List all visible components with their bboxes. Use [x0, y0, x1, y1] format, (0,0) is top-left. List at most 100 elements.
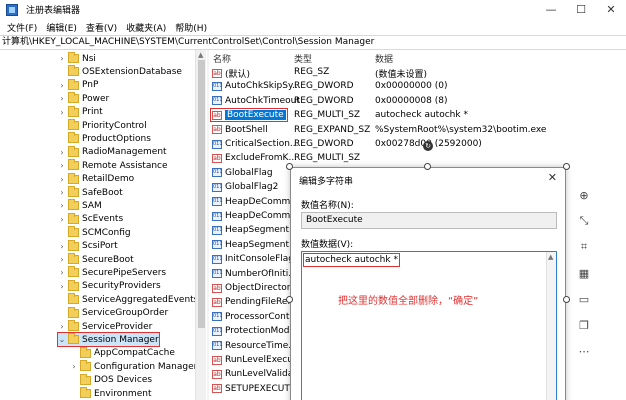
menu-view[interactable]: 查看(V)	[86, 21, 117, 34]
expand-icon[interactable]: ›	[58, 242, 66, 251]
scroll-up-icon[interactable]: ▲	[198, 51, 203, 59]
tree-item[interactable]: SCMConfig	[58, 226, 131, 239]
value-name-cell: 011 AutoChkSkipSy...	[212, 81, 301, 91]
tree-item[interactable]: AppCompatCache	[70, 346, 175, 360]
resize-icon[interactable]: ⤡	[573, 210, 595, 232]
crop-icon[interactable]: ⌗	[573, 236, 595, 258]
tree-scrollbar[interactable]: ▲	[195, 50, 206, 400]
value-name: BootExecute	[225, 110, 286, 121]
expand-icon[interactable]: ›	[58, 188, 66, 197]
tree-item[interactable]: › ScsiPort	[58, 239, 118, 253]
tree-item[interactable]: › ScEvents	[58, 212, 123, 226]
value-name: HeapSegment...	[225, 225, 298, 236]
tree-item[interactable]: › SecurityProviders	[58, 279, 161, 293]
value-name-cell: 011 HeapDeComm...	[212, 211, 299, 221]
rectangle-icon[interactable]: ▭	[573, 288, 595, 310]
tree-item[interactable]: PriorityControl	[58, 119, 147, 132]
tree-item[interactable]: › SecurePipeServers	[58, 266, 166, 279]
folder-icon	[68, 266, 79, 278]
more-icon[interactable]: ⋯	[573, 340, 595, 362]
column-type-header[interactable]: 类型	[294, 52, 312, 65]
value-name: AutoChkSkipSy...	[225, 81, 301, 92]
value-name: (默认)	[225, 70, 251, 80]
tree-item[interactable]: › SafeBoot	[58, 186, 123, 199]
resize-handle-tl[interactable]	[286, 163, 293, 170]
value-row[interactable]: 011 AutoChkTimeout REG_DWORD 0x00000008 (8)	[209, 94, 626, 108]
tree-item[interactable]: Environment	[70, 387, 151, 400]
resize-handle-ml[interactable]	[286, 296, 293, 303]
resize-handle-tr[interactable]	[563, 163, 570, 170]
tree-item[interactable]: › PnP	[58, 78, 98, 92]
copy-icon[interactable]: ❐	[573, 314, 595, 336]
value-row[interactable]: ab BootShell REG_EXPAND_SZ %SystemRoot%\sys…	[209, 123, 626, 137]
binary-value-icon: 011	[212, 96, 223, 106]
value-name: ProcessorCont...	[225, 311, 298, 322]
close-button[interactable]: ✕	[596, 0, 626, 19]
tree-item[interactable]: › Print	[58, 105, 103, 119]
menu-favorites[interactable]: 收藏夹(A)	[126, 21, 166, 34]
column-data-header[interactable]: 数据	[375, 52, 393, 65]
binary-value-icon: 011	[212, 312, 223, 322]
expand-icon[interactable]: ›	[58, 54, 66, 63]
mosaic-icon[interactable]: ▦	[573, 262, 595, 284]
expand-icon[interactable]: ›	[58, 94, 66, 103]
rotate-icon[interactable]: ↻	[423, 141, 433, 151]
value-name: GlobalFlag2	[225, 182, 279, 193]
tree-item-label: ServiceAggregatedEvents	[82, 294, 199, 305]
expand-icon[interactable]: ›	[58, 201, 66, 210]
tree-item[interactable]: › SAM	[58, 199, 102, 212]
folder-icon	[68, 78, 79, 90]
expand-icon[interactable]: ›	[58, 268, 66, 277]
tree-scroll-thumb[interactable]	[198, 60, 205, 328]
expand-icon[interactable]: ›	[58, 161, 66, 170]
tree-item[interactable]: › Remote Assistance	[58, 159, 168, 172]
tree-item[interactable]: › Configuration Manager	[70, 360, 197, 373]
expand-icon[interactable]: ›	[58, 282, 66, 291]
expand-icon[interactable]: ›	[58, 148, 66, 157]
tree-item[interactable]: › RadioManagement	[58, 145, 167, 159]
tree-item[interactable]: › SecureBoot	[58, 253, 134, 266]
tree-item[interactable]: ServiceGroupOrder	[58, 306, 168, 320]
column-name-header[interactable]: 名称	[213, 52, 231, 65]
value-row[interactable]: ab (默认) REG_SZ (数值未设置)	[209, 65, 626, 80]
expand-icon[interactable]: ›	[58, 81, 66, 90]
tree-item[interactable]: › RetailDemo	[58, 172, 134, 186]
tree-item[interactable]: › Power	[58, 92, 109, 105]
zoom-icon[interactable]: ⊕	[573, 184, 595, 206]
value-row[interactable]: 011 CriticalSection... REG_DWORD 0x00278d00…	[209, 137, 626, 151]
tree-item-label: SAM	[82, 200, 102, 211]
minimize-button[interactable]: —	[536, 0, 566, 19]
expand-icon[interactable]: ›	[58, 255, 66, 264]
tree-item-label: RadioManagement	[82, 147, 167, 158]
tree-item[interactable]: ProductOptions	[58, 132, 151, 145]
value-name-cell: 011 ProcessorCont...	[212, 312, 298, 322]
resize-handle-mr[interactable]	[563, 296, 570, 303]
expand-icon[interactable]: ›	[58, 215, 66, 224]
menu-help[interactable]: 帮助(H)	[175, 21, 207, 34]
menu-edit[interactable]: 编辑(E)	[46, 21, 77, 34]
value-name: SETUPEXECUTE	[225, 383, 296, 394]
address-bar[interactable]: 计算机\HKEY_LOCAL_MACHINE\SYSTEM\CurrentCon…	[0, 35, 626, 50]
tree-item[interactable]: › ServiceProvider	[58, 320, 152, 333]
tree-item[interactable]: DOS Devices	[70, 373, 152, 387]
expand-icon[interactable]: ›	[58, 175, 66, 184]
value-data-cell: 0x00000008 (8)	[375, 95, 448, 106]
maximize-button[interactable]: ☐	[566, 0, 596, 19]
string-value-icon: ab	[212, 355, 222, 365]
tree-item[interactable]: ServiceAggregatedEvents	[58, 293, 198, 306]
expand-icon[interactable]: ›	[70, 362, 78, 371]
value-row[interactable]: 011 AutoChkSkipSy... REG_DWORD 0x00000000 (…	[209, 79, 626, 93]
menu-file[interactable]: 文件(F)	[7, 21, 37, 34]
tree-item[interactable]: › Nsi	[58, 52, 96, 65]
value-row[interactable]: ab BootExecute REG_MULTI_SZ autocheck autoc…	[209, 108, 626, 123]
expand-icon[interactable]: ›	[58, 322, 66, 331]
tree-item-label: SecureBoot	[82, 254, 134, 265]
tree-item-label: Remote Assistance	[82, 160, 168, 171]
resize-handle-tm[interactable]	[424, 163, 431, 170]
tree-item[interactable]: OSExtensionDatabase	[58, 65, 182, 78]
folder-icon	[68, 52, 79, 63]
tree-item[interactable]: ⌄ Session Manager	[57, 332, 160, 348]
collapse-icon[interactable]: ⌄	[58, 335, 66, 344]
expand-icon[interactable]: ›	[58, 108, 66, 117]
binary-value-icon: 011	[212, 269, 223, 279]
